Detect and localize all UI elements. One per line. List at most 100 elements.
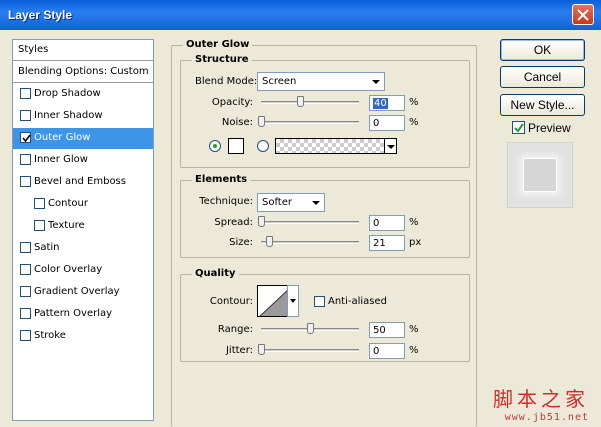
style-item-label: Bevel and Emboss (34, 176, 126, 187)
jitter-slider-handle[interactable] (258, 344, 265, 355)
style-item-label: Texture (48, 220, 85, 231)
noise-input[interactable]: 0 (369, 115, 405, 131)
size-slider[interactable] (261, 241, 359, 244)
style-checkbox[interactable] (20, 88, 31, 99)
new-style-button[interactable]: New Style... (500, 94, 585, 116)
jitter-slider[interactable] (261, 349, 359, 352)
opacity-label: Opacity: (211, 97, 253, 108)
blending-options-item[interactable]: Blending Options: Custom (13, 62, 153, 83)
opacity-value: 40 (373, 98, 388, 109)
style-item-label: Color Overlay (34, 264, 103, 275)
blend-mode-value: Screen (262, 76, 297, 87)
style-checkbox[interactable] (20, 330, 31, 341)
jitter-label: Jitter: (225, 345, 253, 356)
opacity-slider-handle[interactable] (297, 96, 305, 107)
checkmark-icon (514, 123, 524, 133)
outer-glow-panel: Outer Glow Structure Blend Mode: Screen … (171, 39, 485, 427)
style-checkbox[interactable] (20, 286, 31, 297)
size-slider-handle[interactable] (265, 236, 273, 247)
style-item-inner-shadow[interactable]: Inner Shadow (13, 106, 153, 127)
contour-label: Contour: (209, 296, 253, 307)
noise-label: Noise: (221, 117, 253, 128)
range-unit: % (409, 324, 419, 335)
outer-glow-title: Outer Glow (183, 39, 253, 50)
size-input[interactable]: 21 (369, 235, 405, 251)
glow-color-swatch[interactable] (228, 138, 244, 154)
style-item-stroke[interactable]: Stroke (13, 326, 153, 347)
style-item-satin[interactable]: Satin (13, 238, 153, 259)
style-item-label: Stroke (34, 330, 66, 341)
blending-options-label: Blending Options: Custom (18, 66, 149, 77)
style-item-drop-shadow[interactable]: Drop Shadow (13, 84, 153, 105)
chevron-down-icon (372, 80, 380, 84)
style-checkbox[interactable] (20, 132, 31, 143)
spread-slider-handle[interactable] (258, 216, 265, 227)
noise-slider[interactable] (261, 121, 359, 124)
anti-aliased-checkbox[interactable] (314, 296, 325, 307)
style-item-label: Drop Shadow (34, 88, 101, 99)
style-checkbox[interactable] (20, 264, 31, 275)
noise-unit: % (409, 117, 419, 128)
quality-title: Quality (192, 268, 239, 279)
style-item-label: Outer Glow (34, 132, 91, 143)
spread-label: Spread: (214, 217, 253, 228)
window-title: Layer Style (8, 8, 73, 22)
style-checkbox[interactable] (20, 154, 31, 165)
size-unit: px (409, 237, 422, 248)
jitter-input[interactable]: 0 (369, 343, 405, 359)
gradient-radio[interactable] (257, 140, 269, 152)
watermark-chinese: 脚本之家 (493, 387, 589, 411)
style-item-gradient-overlay[interactable]: Gradient Overlay (13, 282, 153, 303)
styles-header[interactable]: Styles (13, 40, 153, 61)
range-slider-handle[interactable] (307, 323, 314, 334)
style-item-color-overlay[interactable]: Color Overlay (13, 260, 153, 281)
cancel-button[interactable]: Cancel (500, 66, 585, 88)
style-checkbox[interactable] (34, 198, 45, 209)
style-checkbox[interactable] (34, 220, 45, 231)
range-input[interactable]: 50 (369, 322, 405, 338)
blend-mode-label: Blend Mode: (195, 76, 258, 87)
styles-header-label: Styles (18, 44, 49, 55)
style-item-label: Contour (48, 198, 88, 209)
spread-slider[interactable] (261, 221, 359, 224)
anti-aliased-label: Anti-aliased (328, 296, 388, 307)
close-button[interactable] (572, 4, 594, 25)
checkmark-icon (22, 134, 31, 143)
contour-dropdown-arrow[interactable] (287, 285, 299, 317)
watermark-url: www.jb51.net (504, 412, 589, 423)
close-icon (577, 9, 589, 21)
gradient-dropdown-arrow[interactable] (384, 138, 397, 154)
ok-button[interactable]: OK (500, 39, 585, 61)
style-item-inner-glow[interactable]: Inner Glow (13, 150, 153, 171)
style-checkbox[interactable] (20, 242, 31, 253)
style-item-outer-glow[interactable]: Outer Glow (13, 128, 153, 149)
opacity-slider[interactable] (261, 101, 359, 104)
technique-value: Softer (262, 197, 292, 208)
glow-gradient-picker[interactable] (275, 138, 385, 154)
style-item-label: Inner Shadow (34, 110, 103, 121)
blend-mode-dropdown[interactable]: Screen (257, 72, 385, 91)
noise-slider-handle[interactable] (258, 116, 265, 127)
style-item-pattern-overlay[interactable]: Pattern Overlay (13, 304, 153, 325)
opacity-input[interactable]: 40 (369, 95, 405, 111)
opacity-unit: % (409, 97, 419, 108)
style-item-contour[interactable]: Contour (13, 194, 153, 215)
contour-picker[interactable] (257, 285, 291, 317)
style-item-bevel-and-emboss[interactable]: Bevel and Emboss (13, 172, 153, 193)
spread-unit: % (409, 217, 419, 228)
styles-list: Styles Blending Options: Custom Drop Sha… (12, 39, 154, 421)
style-item-label: Satin (34, 242, 60, 253)
preview-checkbox[interactable] (512, 121, 525, 134)
style-checkbox[interactable] (20, 308, 31, 319)
style-item-label: Inner Glow (34, 154, 88, 165)
style-preview-thumbnail (507, 142, 573, 208)
solid-color-radio[interactable] (209, 140, 221, 152)
style-checkbox[interactable] (20, 176, 31, 187)
style-checkbox[interactable] (20, 110, 31, 121)
technique-dropdown[interactable]: Softer (257, 193, 325, 212)
jitter-unit: % (409, 345, 419, 356)
chevron-down-icon (312, 201, 320, 205)
spread-input[interactable]: 0 (369, 215, 405, 231)
style-preview-swatch (523, 158, 557, 192)
style-item-texture[interactable]: Texture (13, 216, 153, 237)
